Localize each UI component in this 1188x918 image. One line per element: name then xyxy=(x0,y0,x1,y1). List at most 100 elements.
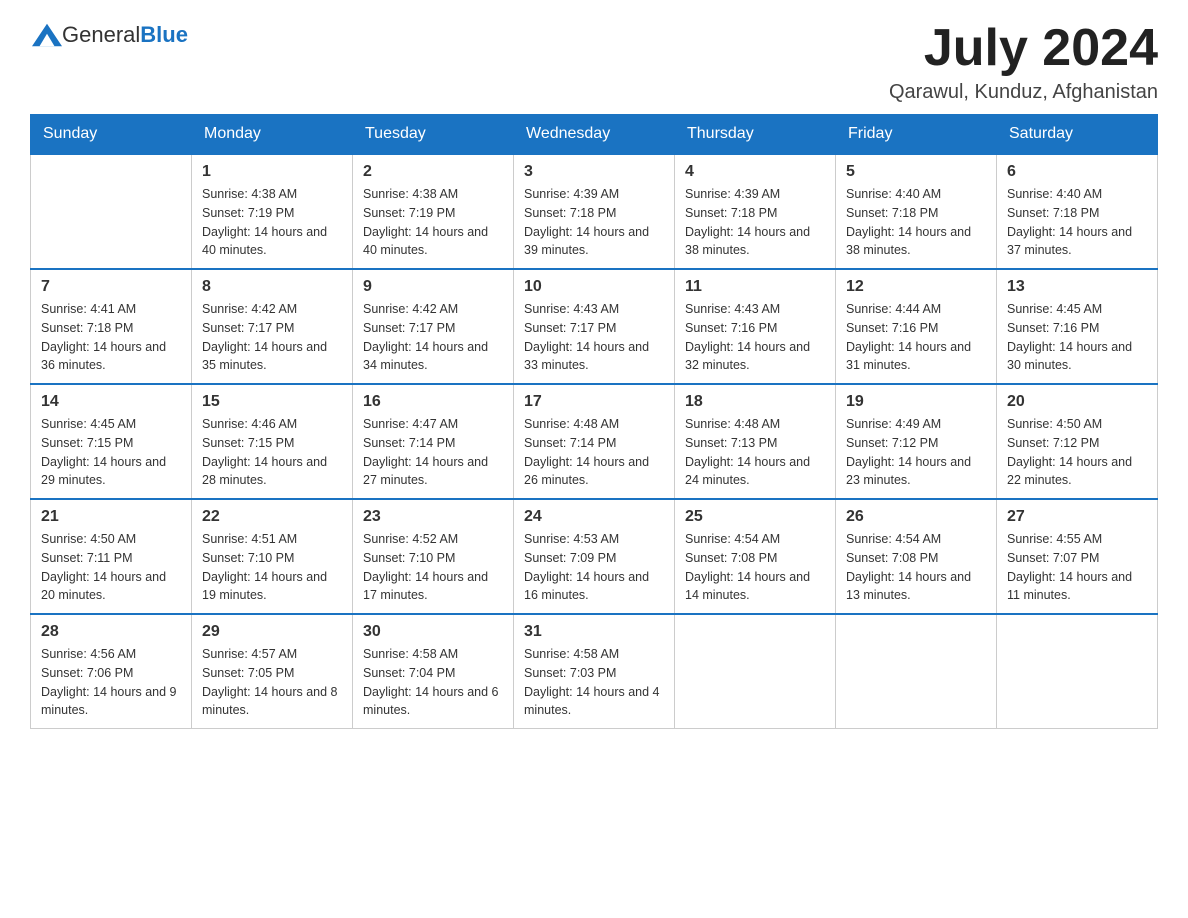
calendar-cell: 28 Sunrise: 4:56 AMSunset: 7:06 PMDayligh… xyxy=(31,614,192,729)
day-number: 12 xyxy=(846,278,986,296)
week-row-5: 28 Sunrise: 4:56 AMSunset: 7:06 PMDayligh… xyxy=(31,614,1158,729)
location-subtitle: Qarawul, Kunduz, Afghanistan xyxy=(889,81,1158,104)
day-info: Sunrise: 4:48 AMSunset: 7:14 PMDaylight:… xyxy=(524,415,664,490)
week-row-2: 7Sunrise: 4:41 AMSunset: 7:18 PMDaylight… xyxy=(31,269,1158,384)
day-info: Sunrise: 4:47 AMSunset: 7:14 PMDaylight:… xyxy=(363,415,503,490)
day-info: Sunrise: 4:41 AMSunset: 7:18 PMDaylight:… xyxy=(41,300,181,375)
day-info: Sunrise: 4:54 AMSunset: 7:08 PMDaylight:… xyxy=(685,530,825,605)
day-number: 11 xyxy=(685,278,825,296)
calendar-cell xyxy=(675,614,836,729)
day-number: 27 xyxy=(1007,508,1147,526)
day-number: 4 xyxy=(685,163,825,181)
col-header-wednesday: Wednesday xyxy=(514,115,675,155)
day-number: 3 xyxy=(524,163,664,181)
day-info: Sunrise: 4:46 AMSunset: 7:15 PMDaylight:… xyxy=(202,415,342,490)
calendar-cell: 3 Sunrise: 4:39 AMSunset: 7:18 PMDaylight… xyxy=(514,154,675,269)
day-info: Sunrise: 4:55 AMSunset: 7:07 PMDaylight:… xyxy=(1007,530,1147,605)
day-number: 2 xyxy=(363,163,503,181)
week-row-4: 21 Sunrise: 4:50 AMSunset: 7:11 PMDayligh… xyxy=(31,499,1158,614)
day-info: Sunrise: 4:58 AMSunset: 7:03 PMDaylight:… xyxy=(524,645,664,720)
calendar-cell xyxy=(997,614,1158,729)
day-info: Sunrise: 4:53 AMSunset: 7:09 PMDaylight:… xyxy=(524,530,664,605)
title-section: July 2024 Qarawul, Kunduz, Afghanistan xyxy=(889,20,1158,104)
day-info: Sunrise: 4:38 AMSunset: 7:19 PMDaylight:… xyxy=(202,185,342,260)
day-info: Sunrise: 4:56 AMSunset: 7:06 PMDaylight:… xyxy=(41,645,181,720)
calendar-cell: 10Sunrise: 4:43 AMSunset: 7:17 PMDayligh… xyxy=(514,269,675,384)
day-info: Sunrise: 4:57 AMSunset: 7:05 PMDaylight:… xyxy=(202,645,342,720)
calendar-cell: 6Sunrise: 4:40 AMSunset: 7:18 PMDaylight… xyxy=(997,154,1158,269)
day-info: Sunrise: 4:50 AMSunset: 7:12 PMDaylight:… xyxy=(1007,415,1147,490)
calendar-cell: 13Sunrise: 4:45 AMSunset: 7:16 PMDayligh… xyxy=(997,269,1158,384)
day-number: 28 xyxy=(41,623,181,641)
calendar-cell: 2Sunrise: 4:38 AMSunset: 7:19 PMDaylight… xyxy=(353,154,514,269)
calendar-cell: 30 Sunrise: 4:58 AMSunset: 7:04 PMDayligh… xyxy=(353,614,514,729)
day-number: 22 xyxy=(202,508,342,526)
day-info: Sunrise: 4:43 AMSunset: 7:17 PMDaylight:… xyxy=(524,300,664,375)
col-header-tuesday: Tuesday xyxy=(353,115,514,155)
calendar-cell: 31 Sunrise: 4:58 AMSunset: 7:03 PMDayligh… xyxy=(514,614,675,729)
calendar-table: SundayMondayTuesdayWednesdayThursdayFrid… xyxy=(30,114,1158,729)
calendar-cell xyxy=(31,154,192,269)
logo: GeneralBlue xyxy=(30,20,188,50)
day-number: 8 xyxy=(202,278,342,296)
calendar-cell: 27 Sunrise: 4:55 AMSunset: 7:07 PMDayligh… xyxy=(997,499,1158,614)
day-number: 13 xyxy=(1007,278,1147,296)
day-number: 16 xyxy=(363,393,503,411)
day-info: Sunrise: 4:42 AMSunset: 7:17 PMDaylight:… xyxy=(202,300,342,375)
day-info: Sunrise: 4:44 AMSunset: 7:16 PMDaylight:… xyxy=(846,300,986,375)
calendar-cell: 15Sunrise: 4:46 AMSunset: 7:15 PMDayligh… xyxy=(192,384,353,499)
day-info: Sunrise: 4:43 AMSunset: 7:16 PMDaylight:… xyxy=(685,300,825,375)
calendar-cell: 19Sunrise: 4:49 AMSunset: 7:12 PMDayligh… xyxy=(836,384,997,499)
col-header-saturday: Saturday xyxy=(997,115,1158,155)
col-header-thursday: Thursday xyxy=(675,115,836,155)
calendar-cell: 25Sunrise: 4:54 AMSunset: 7:08 PMDayligh… xyxy=(675,499,836,614)
calendar-cell xyxy=(836,614,997,729)
page-header: GeneralBlue July 2024 Qarawul, Kunduz, A… xyxy=(30,20,1158,104)
calendar-cell: 5 Sunrise: 4:40 AMSunset: 7:18 PMDaylight… xyxy=(836,154,997,269)
calendar-cell: 23 Sunrise: 4:52 AMSunset: 7:10 PMDayligh… xyxy=(353,499,514,614)
day-number: 30 xyxy=(363,623,503,641)
day-number: 19 xyxy=(846,393,986,411)
day-info: Sunrise: 4:54 AMSunset: 7:08 PMDaylight:… xyxy=(846,530,986,605)
calendar-cell: 1 Sunrise: 4:38 AMSunset: 7:19 PMDaylight… xyxy=(192,154,353,269)
week-row-1: 1 Sunrise: 4:38 AMSunset: 7:19 PMDaylight… xyxy=(31,154,1158,269)
day-info: Sunrise: 4:58 AMSunset: 7:04 PMDaylight:… xyxy=(363,645,503,720)
logo-icon xyxy=(32,20,62,50)
day-number: 14 xyxy=(41,393,181,411)
day-number: 21 xyxy=(41,508,181,526)
week-row-3: 14 Sunrise: 4:45 AMSunset: 7:15 PMDayligh… xyxy=(31,384,1158,499)
col-header-friday: Friday xyxy=(836,115,997,155)
day-number: 6 xyxy=(1007,163,1147,181)
day-number: 9 xyxy=(363,278,503,296)
calendar-cell: 8 Sunrise: 4:42 AMSunset: 7:17 PMDaylight… xyxy=(192,269,353,384)
day-number: 24 xyxy=(524,508,664,526)
day-number: 29 xyxy=(202,623,342,641)
day-info: Sunrise: 4:39 AMSunset: 7:18 PMDaylight:… xyxy=(685,185,825,260)
calendar-cell: 7Sunrise: 4:41 AMSunset: 7:18 PMDaylight… xyxy=(31,269,192,384)
day-info: Sunrise: 4:40 AMSunset: 7:18 PMDaylight:… xyxy=(846,185,986,260)
day-number: 17 xyxy=(524,393,664,411)
day-number: 1 xyxy=(202,163,342,181)
day-info: Sunrise: 4:45 AMSunset: 7:15 PMDaylight:… xyxy=(41,415,181,490)
calendar-cell: 20 Sunrise: 4:50 AMSunset: 7:12 PMDayligh… xyxy=(997,384,1158,499)
calendar-cell: 29 Sunrise: 4:57 AMSunset: 7:05 PMDayligh… xyxy=(192,614,353,729)
day-number: 31 xyxy=(524,623,664,641)
col-header-monday: Monday xyxy=(192,115,353,155)
day-info: Sunrise: 4:39 AMSunset: 7:18 PMDaylight:… xyxy=(524,185,664,260)
day-info: Sunrise: 4:51 AMSunset: 7:10 PMDaylight:… xyxy=(202,530,342,605)
day-info: Sunrise: 4:52 AMSunset: 7:10 PMDaylight:… xyxy=(363,530,503,605)
day-number: 5 xyxy=(846,163,986,181)
day-info: Sunrise: 4:42 AMSunset: 7:17 PMDaylight:… xyxy=(363,300,503,375)
calendar-cell: 22 Sunrise: 4:51 AMSunset: 7:10 PMDayligh… xyxy=(192,499,353,614)
calendar-cell: 12 Sunrise: 4:44 AMSunset: 7:16 PMDayligh… xyxy=(836,269,997,384)
calendar-cell: 9 Sunrise: 4:42 AMSunset: 7:17 PMDaylight… xyxy=(353,269,514,384)
calendar-cell: 14 Sunrise: 4:45 AMSunset: 7:15 PMDayligh… xyxy=(31,384,192,499)
day-info: Sunrise: 4:50 AMSunset: 7:11 PMDaylight:… xyxy=(41,530,181,605)
day-number: 23 xyxy=(363,508,503,526)
calendar-cell: 21 Sunrise: 4:50 AMSunset: 7:11 PMDayligh… xyxy=(31,499,192,614)
calendar-cell: 4 Sunrise: 4:39 AMSunset: 7:18 PMDaylight… xyxy=(675,154,836,269)
day-number: 18 xyxy=(685,393,825,411)
day-number: 20 xyxy=(1007,393,1147,411)
day-info: Sunrise: 4:48 AMSunset: 7:13 PMDaylight:… xyxy=(685,415,825,490)
calendar-cell: 26Sunrise: 4:54 AMSunset: 7:08 PMDayligh… xyxy=(836,499,997,614)
